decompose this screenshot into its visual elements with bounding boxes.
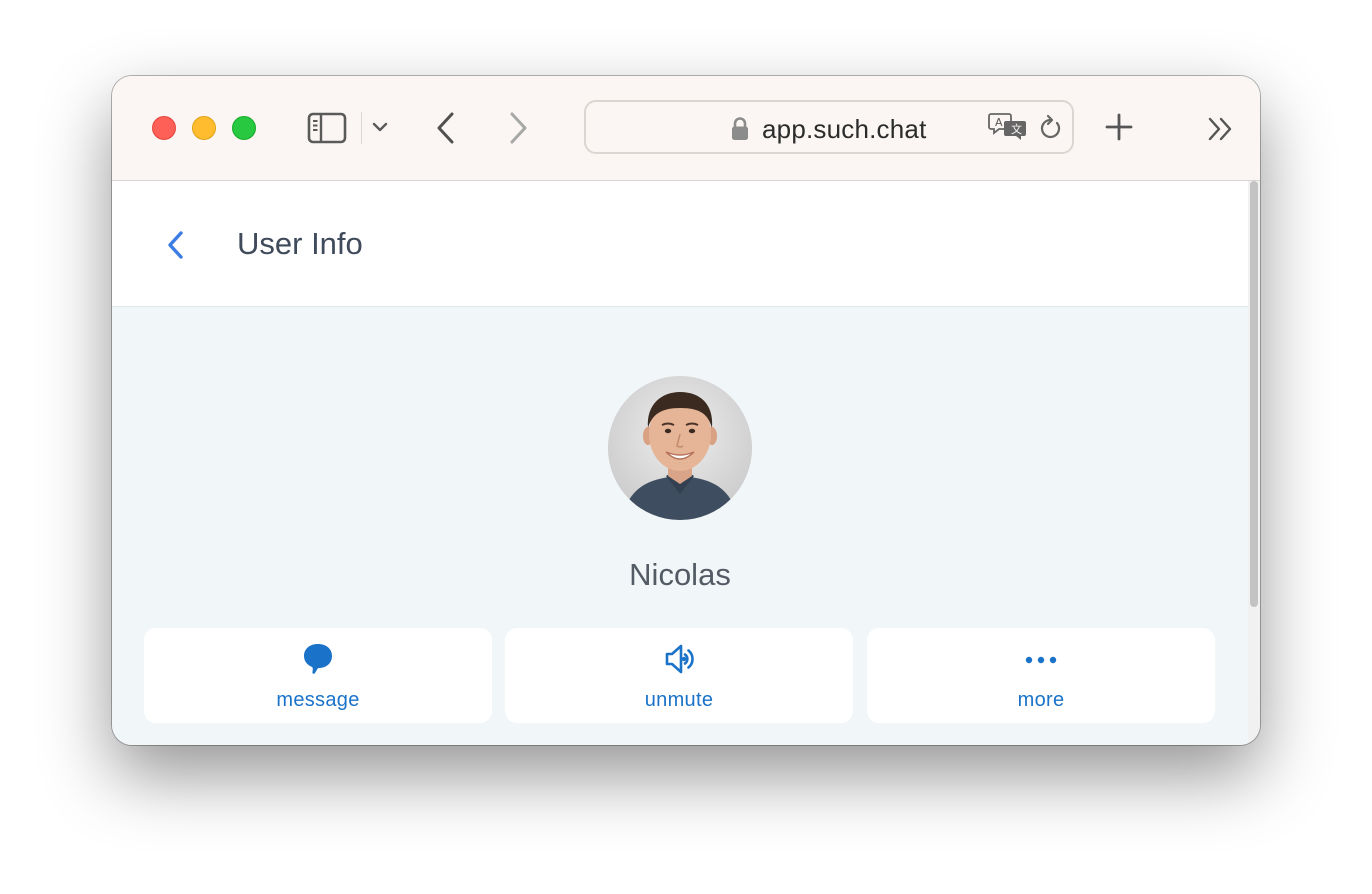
double-chevron-right-icon[interactable]: [1206, 116, 1236, 142]
lock-icon: [732, 117, 748, 140]
translate-icon[interactable]: A 文: [988, 112, 1028, 142]
speaker-icon: [665, 644, 694, 674]
message-button[interactable]: message: [144, 628, 492, 723]
message-label: message: [276, 689, 360, 711]
svg-text:A: A: [995, 116, 1003, 129]
zoom-window-button[interactable]: [232, 116, 256, 140]
close-window-button[interactable]: [152, 116, 176, 140]
minimize-window-button[interactable]: [192, 116, 216, 140]
address-bar[interactable]: app.such.chat A 文: [584, 100, 1074, 154]
avatar[interactable]: [608, 376, 752, 520]
user-name: Nicolas: [629, 557, 731, 592]
scrollbar-thumb[interactable]: [1250, 181, 1258, 607]
page-header: User Info: [112, 181, 1248, 307]
browser-toolbar: app.such.chat A 文: [112, 76, 1260, 181]
more-label: more: [1017, 689, 1065, 711]
unmute-button[interactable]: unmute: [505, 628, 853, 723]
page-content: User Info Nicolas message unmute more: [112, 181, 1248, 745]
sidebar-icon[interactable]: [307, 112, 347, 144]
svg-text:文: 文: [1011, 122, 1022, 136]
page-title: User Info: [237, 226, 363, 261]
more-button[interactable]: more: [867, 628, 1215, 723]
back-button[interactable]: [164, 229, 188, 261]
unmute-label: unmute: [644, 689, 714, 711]
speech-bubble-icon: [304, 644, 332, 674]
chevron-down-icon[interactable]: [371, 120, 389, 134]
chevron-left-icon[interactable]: [434, 110, 458, 146]
vertical-scrollbar[interactable]: [1248, 181, 1260, 745]
ellipsis-icon: [1025, 656, 1057, 664]
browser-window: app.such.chat A 文 User Info Nicolas mess…: [112, 76, 1260, 745]
toolbar-divider: [361, 112, 362, 144]
avatar-photo: [608, 376, 752, 520]
url-text: app.such.chat: [762, 114, 927, 144]
plus-icon[interactable]: [1104, 112, 1134, 142]
reload-icon[interactable]: [1038, 114, 1064, 142]
chevron-right-icon[interactable]: [506, 110, 530, 146]
